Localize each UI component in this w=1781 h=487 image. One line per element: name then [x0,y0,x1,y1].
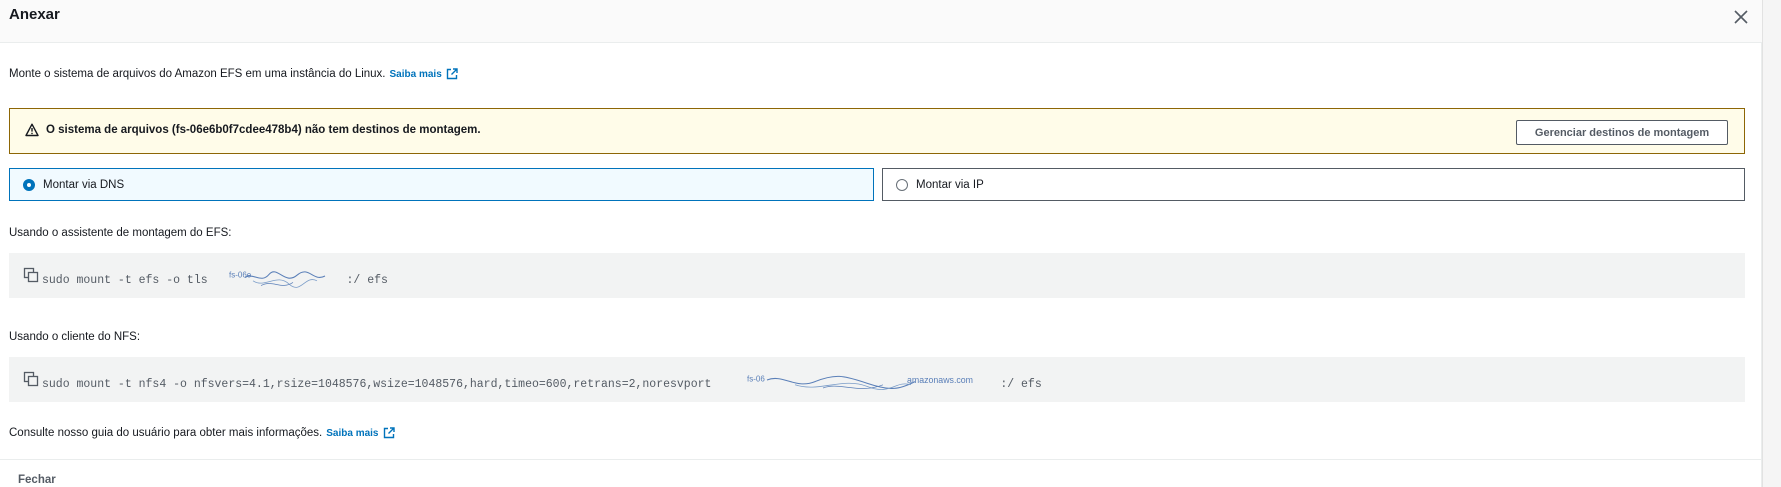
warning-alert: O sistema de arquivos (fs-06e6b0f7cdee47… [9,108,1745,154]
mount-via-dns-option[interactable]: Montar via DNS [9,168,874,201]
nfs-client-command: sudo mount -t nfs4 -o nfsvers=4.1,rsize=… [42,372,1042,396]
efs-helper-command-prefix: sudo mount -t efs -o tls [42,273,215,287]
footer-divider [0,459,1762,460]
footer-learn-more-link[interactable]: Saiba mais [326,427,395,439]
copy-icon[interactable] [23,267,39,283]
close-button[interactable]: Fechar [18,474,56,486]
intro-text: Monte o sistema de arquivos do Amazon EF… [9,68,458,80]
modal-header: Anexar [0,0,1762,43]
mount-via-ip-label: Montar via IP [916,178,984,191]
nfs-client-label: Usando o cliente do NFS: [9,331,141,343]
modal-title: Anexar [9,6,60,23]
scrollbar[interactable] [1762,0,1781,487]
nfs-client-command-suffix: :/ efs [1000,377,1042,391]
svg-text:fs-06e: fs-06e [229,271,252,280]
mount-via-dns-label: Montar via DNS [43,178,125,191]
efs-helper-code-box: sudo mount -t efs -o tls fs-06e :/ efs [9,253,1745,298]
radio-ip[interactable] [896,178,908,191]
redacted-scribble-icon: fs-06 amazonaws.com [747,375,973,390]
copy-icon[interactable] [23,371,39,387]
radio-dns[interactable] [23,178,35,191]
redacted-scribble-icon: fs-06e [229,271,325,288]
mount-via-ip-option[interactable]: Montar via IP [882,168,1745,201]
manage-mount-targets-button[interactable]: Gerenciar destinos de montagem [1516,120,1728,145]
alert-message: O sistema de arquivos (fs-06e6b0f7cdee47… [46,124,481,136]
footer-guide-text: Consulte nosso guia do usuário para obte… [9,427,395,439]
footer-learn-more-label: Saiba mais [326,427,379,439]
svg-text:amazonaws.com: amazonaws.com [907,375,973,385]
attach-modal: Anexar Monte o sistema de arquivos do Am… [0,0,1762,487]
nfs-client-command-prefix: sudo mount -t nfs4 -o nfsvers=4.1,rsize=… [42,377,719,391]
close-icon[interactable] [1728,4,1754,30]
efs-helper-command-suffix: :/ efs [346,273,388,287]
svg-text:fs-06: fs-06 [747,375,765,384]
intro-description: Monte o sistema de arquivos do Amazon EF… [9,68,386,80]
nfs-client-code-box: sudo mount -t nfs4 -o nfsvers=4.1,rsize=… [9,357,1745,402]
external-link-icon [446,68,458,80]
footer-description: Consulte nosso guia do usuário para obte… [9,427,323,439]
external-link-icon [383,427,395,439]
efs-helper-label: Usando o assistente de montagem do EFS: [9,227,232,239]
warning-icon [25,123,39,137]
efs-helper-command: sudo mount -t efs -o tls fs-06e :/ efs [42,268,388,292]
learn-more-label: Saiba mais [389,68,442,80]
learn-more-link[interactable]: Saiba mais [390,68,458,80]
